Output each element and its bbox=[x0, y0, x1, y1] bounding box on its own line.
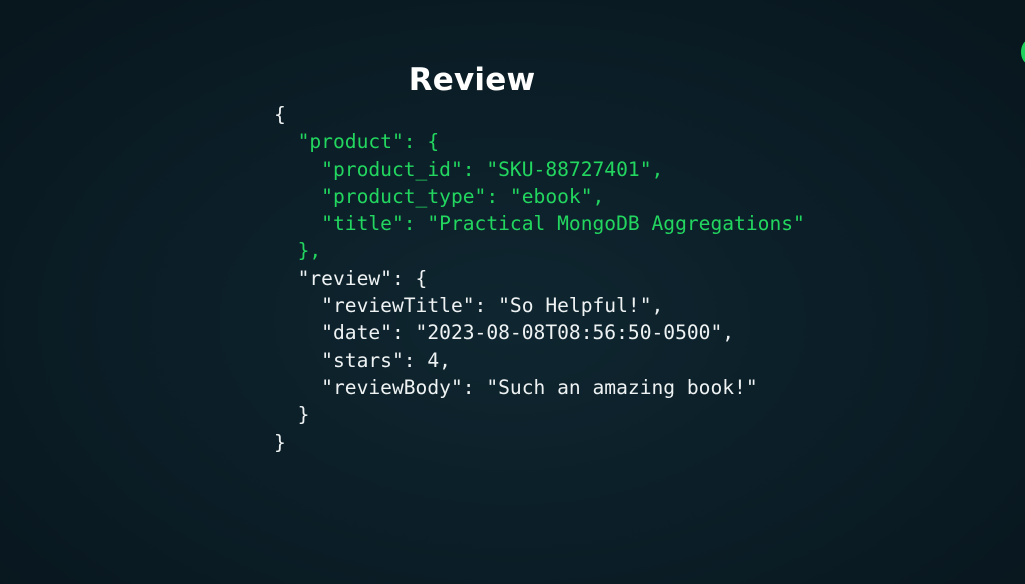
code-line: "reviewBody": "Such an amazing book!" bbox=[274, 375, 758, 399]
code-line: } bbox=[274, 403, 310, 427]
code-line-product-highlight: "product_id": "SKU-88727401", bbox=[274, 157, 664, 181]
code-line: { bbox=[274, 103, 286, 126]
code-line: "review": { bbox=[274, 266, 428, 290]
code-line-product-highlight: "title": "Practical MongoDB Aggregations… bbox=[274, 212, 805, 236]
code-line: "reviewTitle": "So Helpful!", bbox=[274, 294, 664, 318]
code-line: "date": "2023-08-08T08:56:50-0500", bbox=[274, 321, 735, 345]
code-line-product-highlight: "product_type": "ebook", bbox=[274, 184, 605, 208]
json-code-block: { "product": { "product_id": "SKU-887274… bbox=[274, 101, 805, 456]
code-line: "stars": 4, bbox=[274, 348, 451, 372]
code-line: } bbox=[274, 430, 286, 454]
code-line-product-highlight: }, bbox=[274, 239, 322, 263]
slide-title: Review bbox=[408, 62, 536, 98]
code-line-product-highlight: "product": { bbox=[274, 130, 440, 154]
